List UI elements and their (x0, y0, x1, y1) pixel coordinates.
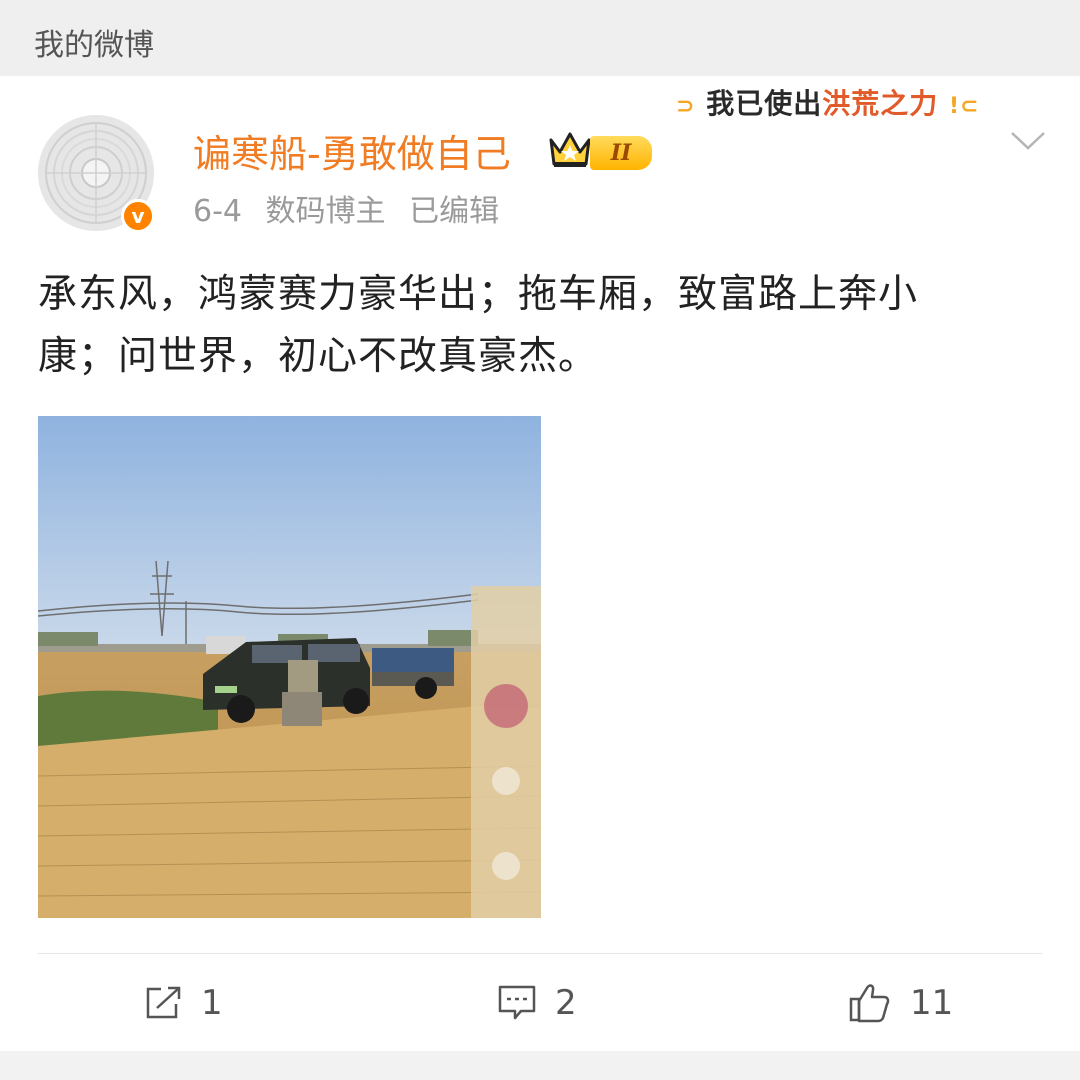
crown-icon (549, 132, 591, 167)
tagline-suffix: !⊂ (948, 94, 980, 119)
decorative-tagline: ⊃ 我已使出洪荒之力 !⊂ (676, 86, 979, 125)
comment-count: 2 (555, 983, 577, 1023)
level-badge[interactable]: II (590, 136, 652, 170)
repost-icon (146, 986, 181, 1019)
repost-count: 1 (201, 983, 223, 1023)
thumbs-up-icon (849, 984, 890, 1023)
author-role: 数码博主 (265, 194, 386, 229)
post-text: 承东风，鸿蒙赛力豪华出；拖车厢，致富路上奔小 康；问世界，初心不改真豪杰。 (38, 264, 1038, 388)
edited-label[interactable]: 已编辑 (409, 194, 499, 229)
author-name[interactable]: 谝寒船-勇敢做自己 (193, 128, 511, 180)
page-title: 我的微博 (34, 28, 154, 63)
field-photo (38, 416, 541, 918)
comment-button[interactable]: 2 (497, 978, 577, 1028)
verified-mark: v (131, 204, 145, 228)
divider (38, 953, 1042, 954)
post-date: 6-4 (193, 194, 242, 229)
post-image[interactable] (38, 416, 541, 918)
verified-v-icon: v (121, 199, 155, 233)
top-bar: 我的微博 (0, 0, 1080, 77)
tagline-prefix: ⊃ (676, 94, 696, 119)
chevron-down-icon[interactable] (1008, 128, 1048, 154)
tagline-highlight: 洪荒之力 (822, 87, 939, 120)
post-meta: 6-4 数码博主 已编辑 (193, 192, 513, 232)
repost-button[interactable]: 1 (143, 978, 223, 1028)
post-text-line: 承东风，鸿蒙赛力豪华出；拖车厢，致富路上奔小 (38, 272, 919, 317)
tagline-main: 我已使出 (706, 87, 823, 120)
bottom-bar (0, 1051, 1080, 1080)
comment-icon (498, 985, 536, 1020)
like-button[interactable]: 11 (848, 978, 953, 1028)
like-count: 11 (910, 983, 954, 1023)
post-text-line: 康；问世界，初心不改真豪杰。 (38, 334, 599, 379)
